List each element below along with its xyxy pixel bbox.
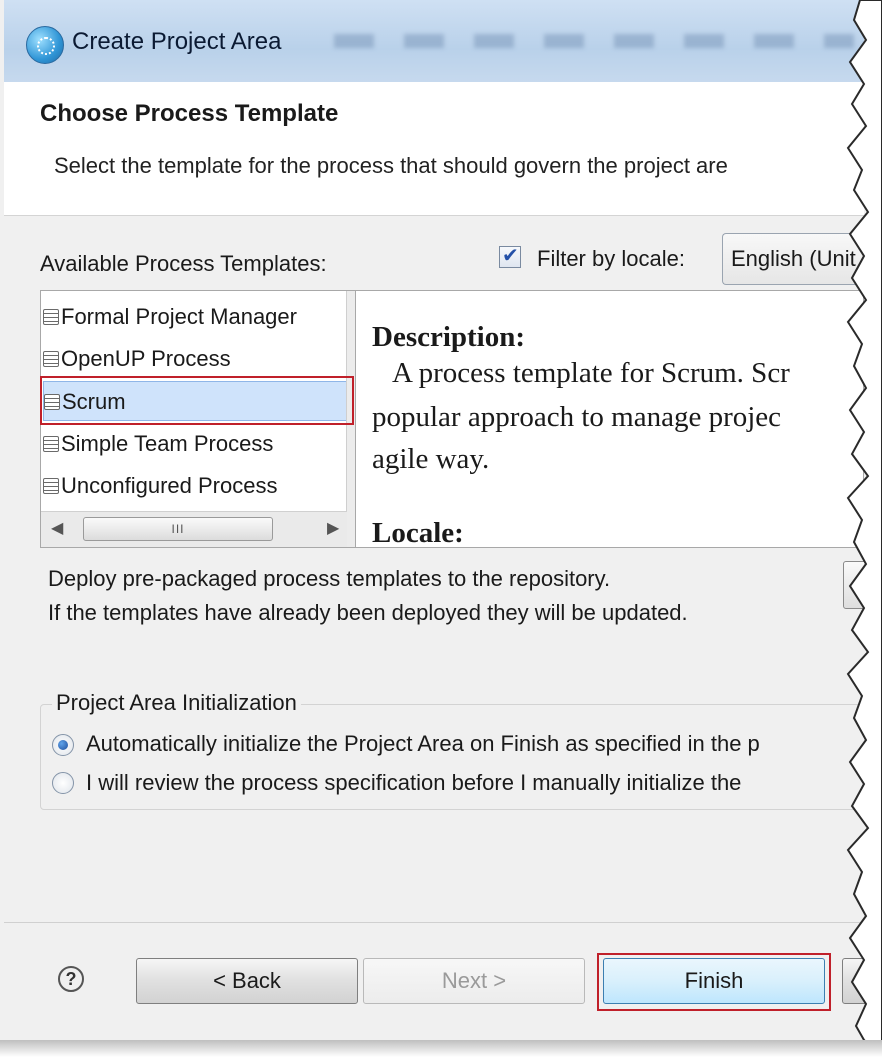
scroll-right-icon[interactable]: ▶ — [327, 518, 339, 538]
process-template-icon — [43, 436, 59, 452]
list-item[interactable]: Formal Project Manager — [43, 297, 349, 337]
page-description: Select the template for the process that… — [54, 153, 728, 178]
process-template-icon — [43, 309, 59, 325]
back-button[interactable]: < Back — [136, 958, 358, 1004]
finish-button[interactable]: Finish — [603, 958, 825, 1004]
initialization-group-label: Project Area Initialization — [52, 690, 301, 716]
template-list[interactable]: Formal Project Manager OpenUP Process Sc… — [40, 290, 356, 548]
process-template-icon — [43, 478, 59, 494]
available-templates-label: Available Process Templates: — [40, 251, 327, 276]
scroll-thumb[interactable]: III — [83, 517, 273, 541]
page-title: Choose Process Template — [40, 100, 339, 127]
torn-edge — [846, 0, 882, 1057]
wizard-header: Choose Process Template Select the templ… — [4, 82, 864, 216]
template-description-panel: Description: A process template for Scru… — [356, 290, 864, 548]
deploy-text-line1: Deploy pre-packaged process templates to… — [48, 566, 611, 591]
locale-heading: Locale: — [372, 517, 464, 548]
deploy-text-line2: If the templates have already been deplo… — [48, 600, 688, 625]
list-item-label: Formal Project Manager — [61, 304, 297, 329]
list-item[interactable]: Simple Team Process — [43, 424, 349, 464]
project-area-icon — [26, 26, 64, 64]
list-item[interactable]: OpenUP Process — [43, 339, 349, 379]
vertical-scrollbar[interactable] — [346, 291, 355, 547]
process-template-icon — [44, 394, 60, 410]
window-title: Create Project Area — [72, 28, 282, 55]
list-item-label: Scrum — [62, 389, 126, 414]
list-item-selected[interactable]: Scrum — [43, 381, 349, 421]
footer-separator — [4, 922, 864, 923]
bottom-shadow — [0, 1040, 882, 1057]
description-line: popular approach to manage projec — [372, 401, 782, 433]
filter-locale-checkbox[interactable] — [499, 243, 521, 268]
manual-initialize-radio[interactable] — [52, 772, 74, 794]
list-item-label: Simple Team Process — [61, 431, 274, 456]
description-heading: Description: — [372, 321, 526, 353]
list-item-label: Unconfigured Process — [61, 473, 278, 498]
process-template-icon — [43, 351, 59, 367]
manual-initialize-label[interactable]: I will review the process specification … — [86, 770, 741, 796]
help-icon[interactable]: ? — [58, 966, 84, 992]
auto-initialize-label[interactable]: Automatically initialize the Project Are… — [86, 731, 760, 757]
horizontal-scrollbar[interactable]: ◀ III ▶ — [41, 511, 347, 547]
blurred-background — [334, 34, 854, 48]
next-button[interactable]: Next > — [363, 958, 585, 1004]
title-bar[interactable]: Create Project Area — [4, 0, 864, 83]
list-item[interactable]: Unconfigured Process — [43, 466, 349, 506]
list-item-label: OpenUP Process — [61, 346, 231, 371]
auto-initialize-radio[interactable] — [52, 734, 74, 756]
filter-locale-label: Filter by locale: — [537, 246, 685, 271]
description-line: agile way. — [372, 443, 490, 475]
description-line: A process template for Scrum. Scr — [392, 357, 790, 389]
create-project-area-dialog: Create Project Area Choose Process Templ… — [0, 0, 882, 1057]
scroll-left-icon[interactable]: ◀ — [51, 518, 63, 538]
